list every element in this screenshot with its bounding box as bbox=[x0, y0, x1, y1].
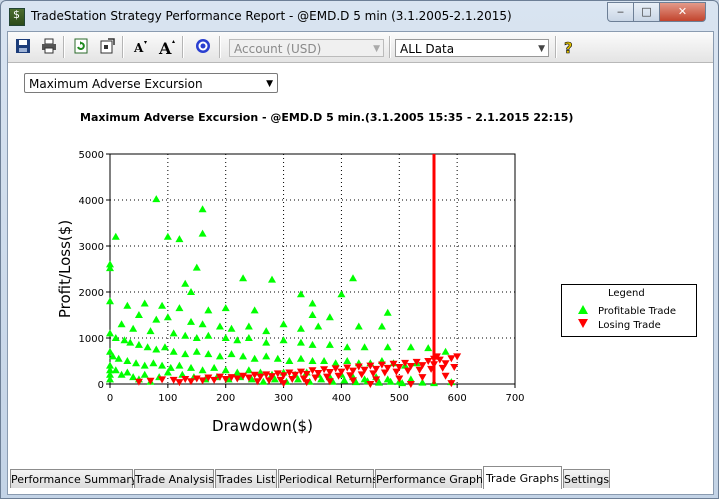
x-tick-label: 100 bbox=[158, 393, 177, 404]
triangle-up-icon bbox=[578, 305, 588, 314]
target-icon[interactable] bbox=[194, 38, 212, 56]
triangle-down-icon bbox=[578, 319, 588, 328]
mae-chart: 0 100 200 300 400 500 600 700 0 1000 2000 3000 4000 5… bbox=[56, 150, 525, 435]
x-axis-label: Drawdown($) bbox=[212, 417, 313, 435]
x-tick-label: 500 bbox=[390, 393, 409, 404]
y-tick-label: 4000 bbox=[79, 196, 104, 207]
chart-legend: Legend Profitable Trade Losing Trade bbox=[561, 284, 697, 337]
close-button[interactable]: ✕ bbox=[659, 2, 706, 22]
x-tick-label: 700 bbox=[505, 393, 524, 404]
tab-trade-graphs[interactable]: Trade Graphs bbox=[483, 466, 562, 489]
tab-settings[interactable]: Settings bbox=[563, 469, 610, 488]
y-axis-label: Profit/Loss($) bbox=[56, 220, 74, 318]
refresh-icon[interactable] bbox=[72, 38, 90, 56]
legend-label-profitable: Profitable Trade bbox=[598, 306, 677, 317]
svg-text:A: A bbox=[133, 41, 144, 54]
chevron-down-icon: ▼ bbox=[538, 44, 545, 54]
data-range-combo[interactable]: ALL Data ▼ bbox=[395, 39, 549, 57]
app-window: TradeStation Strategy Performance Report… bbox=[0, 0, 719, 499]
tab-trades-list[interactable]: Trades List bbox=[215, 469, 277, 488]
font-smaller-icon[interactable]: A bbox=[132, 38, 150, 56]
tab-periodical-returns[interactable]: Periodical Returns bbox=[278, 469, 378, 488]
toolbar: A A Account (USD) ▼ ALL Data ▼ ? bbox=[8, 32, 713, 63]
y-tick-label: 5000 bbox=[79, 150, 104, 161]
account-combo[interactable]: Account (USD) ▼ bbox=[229, 39, 384, 57]
svg-text:?: ? bbox=[564, 39, 573, 56]
app-icon bbox=[9, 8, 25, 26]
minimize-button[interactable]: ‒ bbox=[607, 2, 634, 22]
chevron-down-icon: ▼ bbox=[373, 44, 380, 54]
print-icon[interactable] bbox=[40, 38, 58, 56]
font-larger-icon[interactable]: A bbox=[158, 38, 176, 58]
window-title: TradeStation Strategy Performance Report… bbox=[31, 9, 512, 23]
legend-item-profitable: Profitable Trade bbox=[578, 305, 676, 317]
y-tick-label: 2000 bbox=[79, 288, 104, 299]
x-tick-label: 600 bbox=[448, 393, 467, 404]
save-icon[interactable] bbox=[14, 38, 32, 56]
report-client-area: A A Account (USD) ▼ ALL Data ▼ ? Maximum… bbox=[7, 31, 714, 495]
plot-area bbox=[109, 153, 516, 385]
tab-performance-graphs[interactable]: Performance Graphs bbox=[375, 469, 489, 488]
tab-trade-analysis[interactable]: Trade Analysis bbox=[134, 469, 214, 488]
svg-text:A: A bbox=[158, 39, 172, 56]
tab-performance-summary[interactable]: Performance Summary bbox=[10, 469, 137, 488]
y-tick-label: 3000 bbox=[79, 242, 104, 253]
graph-panel: Maximum Adverse Excursion ▼ Maximum Adve… bbox=[8, 63, 713, 463]
maximize-button[interactable]: □ bbox=[633, 2, 660, 22]
x-tick-label: 300 bbox=[274, 393, 293, 404]
x-tick-label: 0 bbox=[107, 393, 113, 404]
account-combo-value: Account (USD) bbox=[234, 42, 322, 56]
y-tick-label: 0 bbox=[98, 380, 104, 391]
data-range-value: ALL Data bbox=[400, 42, 455, 56]
legend-label-losing: Losing Trade bbox=[598, 320, 661, 331]
report-tabs: Performance Summary Trade Analysis Trade… bbox=[8, 466, 713, 490]
x-tick-label: 200 bbox=[216, 393, 235, 404]
settings-icon[interactable] bbox=[98, 38, 116, 56]
legend-title: Legend bbox=[608, 288, 645, 299]
help-icon[interactable]: ? bbox=[560, 38, 578, 58]
title-bar[interactable]: TradeStation Strategy Performance Report… bbox=[1, 1, 718, 31]
legend-item-losing: Losing Trade bbox=[578, 319, 661, 331]
y-tick-label: 1000 bbox=[79, 334, 104, 345]
x-tick-label: 400 bbox=[332, 393, 351, 404]
